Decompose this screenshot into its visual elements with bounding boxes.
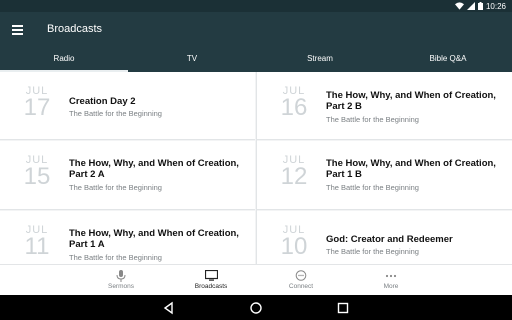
bottom-nav-broadcasts[interactable]: Broadcasts: [181, 268, 241, 290]
broadcast-card[interactable]: JUL 11 The How, Why, and When of Creatio…: [0, 211, 255, 264]
broadcast-subtitle: The Battle for the Beginning: [69, 109, 162, 118]
broadcast-title: God: Creator and Redeemer: [326, 234, 453, 245]
app-bar: Broadcasts: [0, 12, 512, 48]
broadcast-subtitle: The Battle for the Beginning: [326, 115, 419, 124]
bottom-nav-label: More: [383, 283, 399, 290]
date-day: 16: [280, 94, 308, 121]
broadcast-title: Creation Day 2: [69, 96, 136, 107]
broadcast-title: The How, Why, and When of Creation, Part…: [326, 90, 496, 112]
broadcast-card[interactable]: JUL 16 The How, Why, and When of Creatio…: [257, 72, 512, 140]
column-divider: [256, 72, 257, 264]
home-icon[interactable]: [249, 301, 263, 315]
more-dots-icon: [385, 274, 397, 277]
broadcast-date: JUL 12: [278, 155, 310, 189]
chat-bubble-icon: [295, 269, 307, 281]
broadcast-card[interactable]: JUL 15 The How, Why, and When of Creatio…: [0, 141, 255, 210]
broadcast-title: The How, Why, and When of Creation, Part…: [69, 228, 239, 250]
broadcast-subtitle: The Battle for the Beginning: [326, 247, 419, 256]
date-day: 10: [280, 233, 308, 260]
broadcast-card[interactable]: JUL 17 Creation Day 2 The Battle for the…: [0, 72, 255, 140]
battery-icon: [477, 2, 483, 10]
tab-bar: Radio TV Stream Bible Q&A: [0, 48, 512, 72]
tab-tv[interactable]: TV: [128, 48, 256, 72]
bottom-nav-label: Broadcasts: [194, 283, 228, 290]
broadcast-date: JUL 15: [21, 155, 53, 189]
date-day: 17: [23, 94, 51, 121]
tv-icon: [204, 270, 218, 281]
bottom-nav-more[interactable]: More: [361, 268, 421, 290]
broadcast-card[interactable]: JUL 10 God: Creator and Redeemer The Bat…: [257, 211, 512, 264]
broadcast-date: JUL 10: [278, 225, 310, 259]
broadcast-card[interactable]: JUL 12 The How, Why, and When of Creatio…: [257, 141, 512, 210]
status-time: 10:26: [485, 1, 506, 11]
menu-icon[interactable]: [12, 24, 24, 36]
broadcast-title: The How, Why, and When of Creation, Part…: [69, 158, 239, 180]
tab-stream[interactable]: Stream: [256, 48, 384, 72]
bottom-nav: Sermons Broadcasts Connect More: [0, 264, 512, 295]
broadcast-subtitle: The Battle for the Beginning: [326, 183, 419, 192]
microphone-icon: [116, 269, 126, 282]
bottom-nav-sermons[interactable]: Sermons: [91, 268, 151, 290]
bottom-nav-connect[interactable]: Connect: [271, 268, 331, 290]
wifi-icon: [454, 2, 464, 10]
broadcast-subtitle: The Battle for the Beginning: [69, 253, 162, 262]
recents-icon[interactable]: [336, 301, 350, 315]
broadcast-date: JUL 11: [21, 225, 53, 259]
broadcast-date: JUL 17: [21, 86, 53, 120]
page-title: Broadcasts: [47, 23, 103, 35]
signal-icon: [466, 2, 475, 10]
tab-bible-qa[interactable]: Bible Q&A: [384, 48, 512, 72]
date-day: 12: [280, 163, 308, 190]
date-day: 11: [24, 233, 50, 260]
date-day: 15: [23, 163, 51, 190]
status-bar: 10:26: [0, 0, 512, 12]
status-icons: 10:26: [454, 0, 506, 12]
back-icon[interactable]: [162, 301, 176, 315]
bottom-nav-label: Connect: [288, 283, 314, 290]
broadcast-subtitle: The Battle for the Beginning: [69, 183, 162, 192]
bottom-nav-label: Sermons: [107, 283, 134, 290]
system-nav-bar: [0, 295, 512, 320]
tab-radio[interactable]: Radio: [0, 48, 128, 72]
broadcast-date: JUL 16: [278, 86, 310, 120]
broadcast-title: The How, Why, and When of Creation, Part…: [326, 158, 496, 180]
